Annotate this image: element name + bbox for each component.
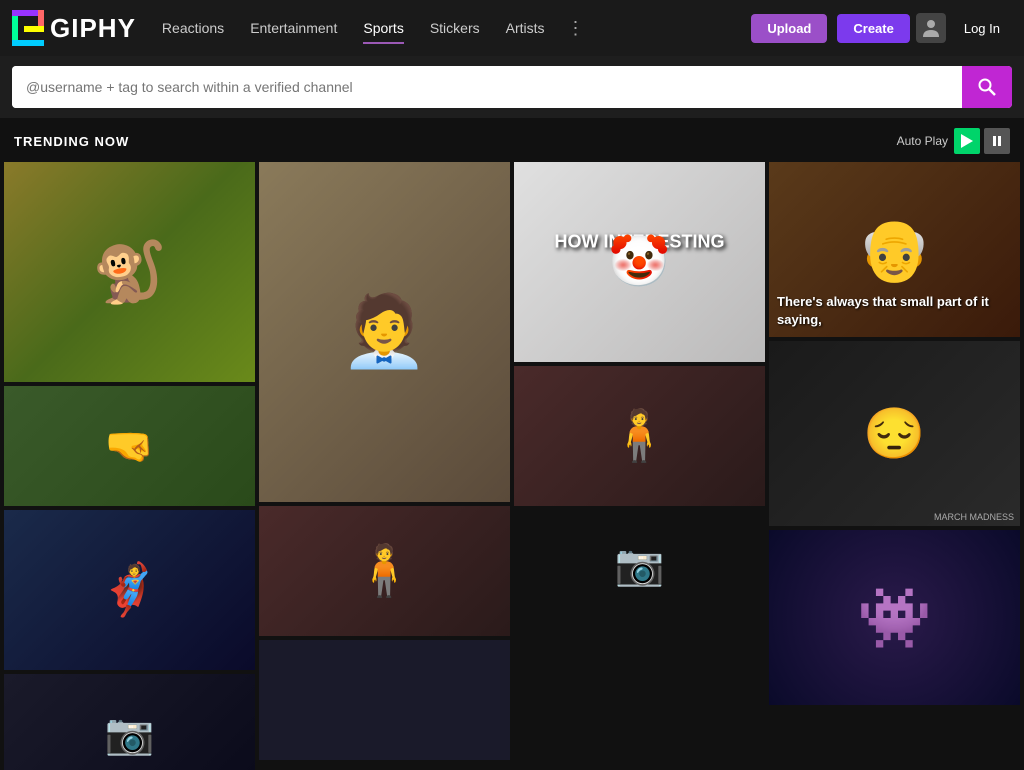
- play-button[interactable]: [954, 128, 980, 154]
- nav-artists[interactable]: Artists: [496, 14, 555, 42]
- gif-bottom3[interactable]: [514, 510, 765, 620]
- nav-entertainment[interactable]: Entertainment: [240, 14, 347, 42]
- gif-column-2: [259, 162, 510, 770]
- search-input[interactable]: [12, 66, 962, 108]
- login-button[interactable]: Log In: [952, 14, 1012, 43]
- gif-column-4: There's always that small part of it say…: [769, 162, 1020, 770]
- search-container: [12, 66, 1012, 108]
- gif-dwayne[interactable]: [4, 386, 255, 506]
- gif-watermark: MARCH MADNESS: [934, 512, 1014, 522]
- gif-superhero[interactable]: [4, 510, 255, 670]
- gif-monkey[interactable]: [4, 162, 255, 382]
- upload-button[interactable]: Upload: [751, 14, 827, 43]
- gif-alien[interactable]: [769, 530, 1020, 705]
- nav-sports[interactable]: Sports: [353, 14, 413, 42]
- search-bar: [0, 56, 1024, 118]
- play-triangle-icon: [961, 134, 973, 148]
- trending-header: TRENDING NOW Auto Play: [0, 118, 1024, 162]
- create-button[interactable]: Create: [837, 14, 909, 43]
- pause-button[interactable]: [984, 128, 1010, 154]
- user-icon[interactable]: [916, 13, 946, 43]
- autoplay-controls: Auto Play: [897, 128, 1010, 154]
- nav-stickers[interactable]: Stickers: [420, 14, 490, 42]
- pause-icon: [993, 136, 1001, 146]
- gif-bottom1[interactable]: [4, 674, 255, 770]
- autoplay-row: [954, 128, 1010, 154]
- gif-man-glasses[interactable]: There's always that small part of it say…: [769, 162, 1020, 337]
- logo[interactable]: GIPHY: [12, 10, 136, 46]
- nav-reactions[interactable]: Reactions: [152, 14, 234, 42]
- autoplay-label: Auto Play: [897, 134, 948, 148]
- logo-text: GIPHY: [50, 13, 136, 44]
- gif-man-red[interactable]: [259, 506, 510, 636]
- more-nav-icon[interactable]: ⋮: [561, 18, 591, 39]
- there-always-text: There's always that small part of it say…: [777, 293, 1020, 329]
- gif-grid: HOW INTERESTING There's always that smal…: [0, 162, 1024, 770]
- person-icon: [923, 19, 939, 37]
- trending-label: TRENDING NOW: [14, 134, 129, 149]
- header: GIPHY Reactions Entertainment Sports Sti…: [0, 0, 1024, 56]
- gif-bottom2[interactable]: [259, 640, 510, 760]
- how-interesting-text: HOW INTERESTING: [555, 232, 725, 253]
- gif-column-3: HOW INTERESTING: [514, 162, 765, 770]
- gif-man-red-2[interactable]: [514, 366, 765, 506]
- giphy-logo-icon: [12, 10, 44, 46]
- gif-office[interactable]: [259, 162, 510, 502]
- gif-clown[interactable]: HOW INTERESTING: [514, 162, 765, 362]
- search-button[interactable]: [962, 66, 1012, 108]
- gif-column-1: [4, 162, 255, 770]
- search-icon: [977, 77, 997, 97]
- gif-man-face[interactable]: MARCH MADNESS: [769, 341, 1020, 526]
